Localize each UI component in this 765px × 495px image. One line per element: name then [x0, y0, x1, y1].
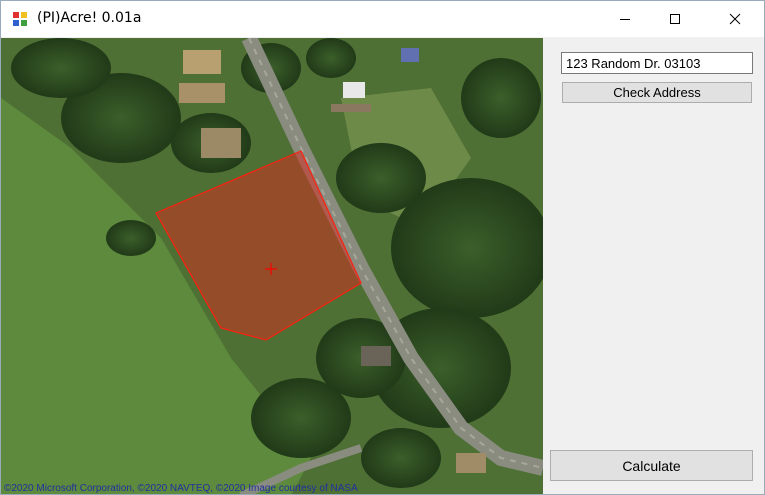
close-icon	[729, 13, 741, 25]
app-window: (PI)Acre! 0.01a ©2020 Microsoft Corporat…	[0, 0, 765, 495]
minimize-icon	[620, 19, 630, 20]
maximize-button[interactable]	[652, 1, 698, 37]
check-address-button[interactable]: Check Address	[562, 82, 752, 103]
address-input[interactable]	[561, 52, 753, 74]
maximize-icon	[670, 14, 680, 24]
map-copyright: ©2020 Microsoft Corporation, ©2020 NAVTE…	[4, 483, 358, 494]
minimize-button[interactable]	[602, 1, 648, 37]
calculate-button[interactable]: Calculate	[550, 450, 753, 481]
close-button[interactable]	[712, 1, 758, 37]
window-title: (PI)Acre! 0.01a	[37, 10, 142, 26]
side-panel: Check Address Calculate	[544, 38, 764, 494]
app-tiles-icon	[12, 11, 28, 27]
title-bar: (PI)Acre! 0.01a	[1, 1, 764, 37]
map-imagery	[1, 38, 543, 494]
satellite-map[interactable]: ©2020 Microsoft Corporation, ©2020 NAVTE…	[1, 38, 543, 494]
